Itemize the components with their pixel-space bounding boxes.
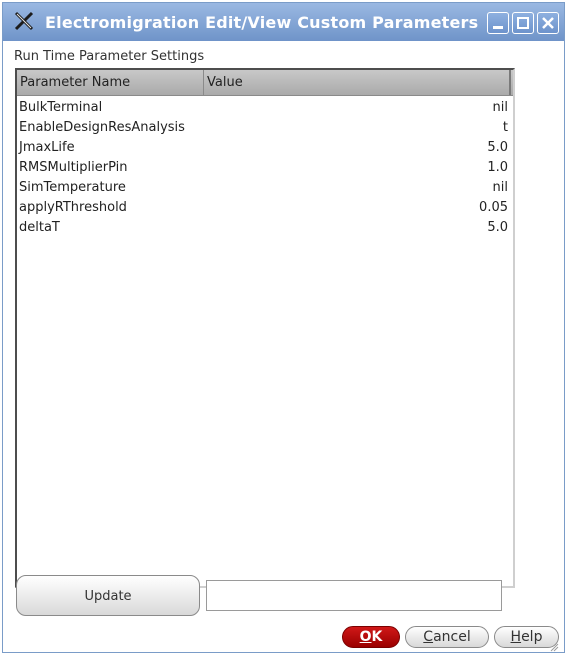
parameter-value-cell[interactable]: t [503, 120, 508, 135]
ok-button[interactable]: OK [342, 626, 400, 648]
maximize-icon[interactable] [512, 12, 534, 34]
parameter-name-cell: BulkTerminal [19, 100, 103, 115]
parameter-value-cell[interactable]: 5.0 [487, 220, 508, 235]
help-label-rest: elp [521, 629, 543, 645]
title-bar[interactable]: Electromigration Edit/View Custom Parame… [3, 3, 564, 41]
ok-label-rest: K [371, 629, 383, 645]
column-header-parameter-name[interactable]: Parameter Name [17, 70, 204, 95]
close-icon[interactable] [537, 12, 559, 34]
parameter-value-cell[interactable]: 0.05 [479, 200, 508, 215]
parameters-table[interactable]: Parameter Name Value BulkTerminal nil En… [15, 68, 515, 588]
update-value-field[interactable] [206, 580, 502, 611]
table-body: BulkTerminal nil EnableDesignResAnalysis… [17, 98, 511, 238]
parameter-value-cell[interactable]: nil [493, 100, 508, 115]
table-header: Parameter Name Value [17, 70, 513, 96]
parameter-value-cell[interactable]: 1.0 [487, 160, 508, 175]
table-row[interactable]: applyRThreshold 0.05 [17, 198, 511, 218]
parameter-name-cell: SimTemperature [19, 180, 126, 195]
update-button[interactable]: Update [16, 575, 200, 616]
parameter-name-cell: RMSMultiplierPin [19, 160, 128, 175]
parameter-value-cell[interactable]: nil [493, 180, 508, 195]
parameter-value-cell[interactable]: 5.0 [487, 140, 508, 155]
minimize-icon[interactable] [487, 12, 509, 34]
section-label: Run Time Parameter Settings [14, 49, 205, 64]
table-row[interactable]: RMSMultiplierPin 1.0 [17, 158, 511, 178]
parameter-name-cell: applyRThreshold [19, 200, 127, 215]
dialog-window: Electromigration Edit/View Custom Parame… [2, 2, 565, 653]
column-header-value[interactable]: Value [204, 70, 509, 95]
help-mnemonic: H [510, 629, 522, 645]
header-divider [509, 70, 511, 95]
table-row[interactable]: SimTemperature nil [17, 178, 511, 198]
resize-grip-icon[interactable] [549, 637, 559, 652]
parameter-name-cell: JmaxLife [19, 140, 75, 155]
tools-x-icon [13, 10, 35, 32]
cancel-label-rest: ancel [433, 629, 471, 645]
cancel-button[interactable]: Cancel [405, 626, 489, 648]
dialog-body: Run Time Parameter Settings Parameter Na… [3, 41, 564, 652]
table-row[interactable]: JmaxLife 5.0 [17, 138, 511, 158]
table-row[interactable]: deltaT 5.0 [17, 218, 511, 238]
parameter-name-cell: deltaT [19, 220, 60, 235]
cancel-mnemonic: C [423, 629, 434, 645]
parameter-name-cell: EnableDesignResAnalysis [19, 120, 185, 135]
ok-mnemonic: O [359, 629, 372, 645]
window-title: Electromigration Edit/View Custom Parame… [45, 13, 479, 32]
table-row[interactable]: EnableDesignResAnalysis t [17, 118, 511, 138]
table-row[interactable]: BulkTerminal nil [17, 98, 511, 118]
